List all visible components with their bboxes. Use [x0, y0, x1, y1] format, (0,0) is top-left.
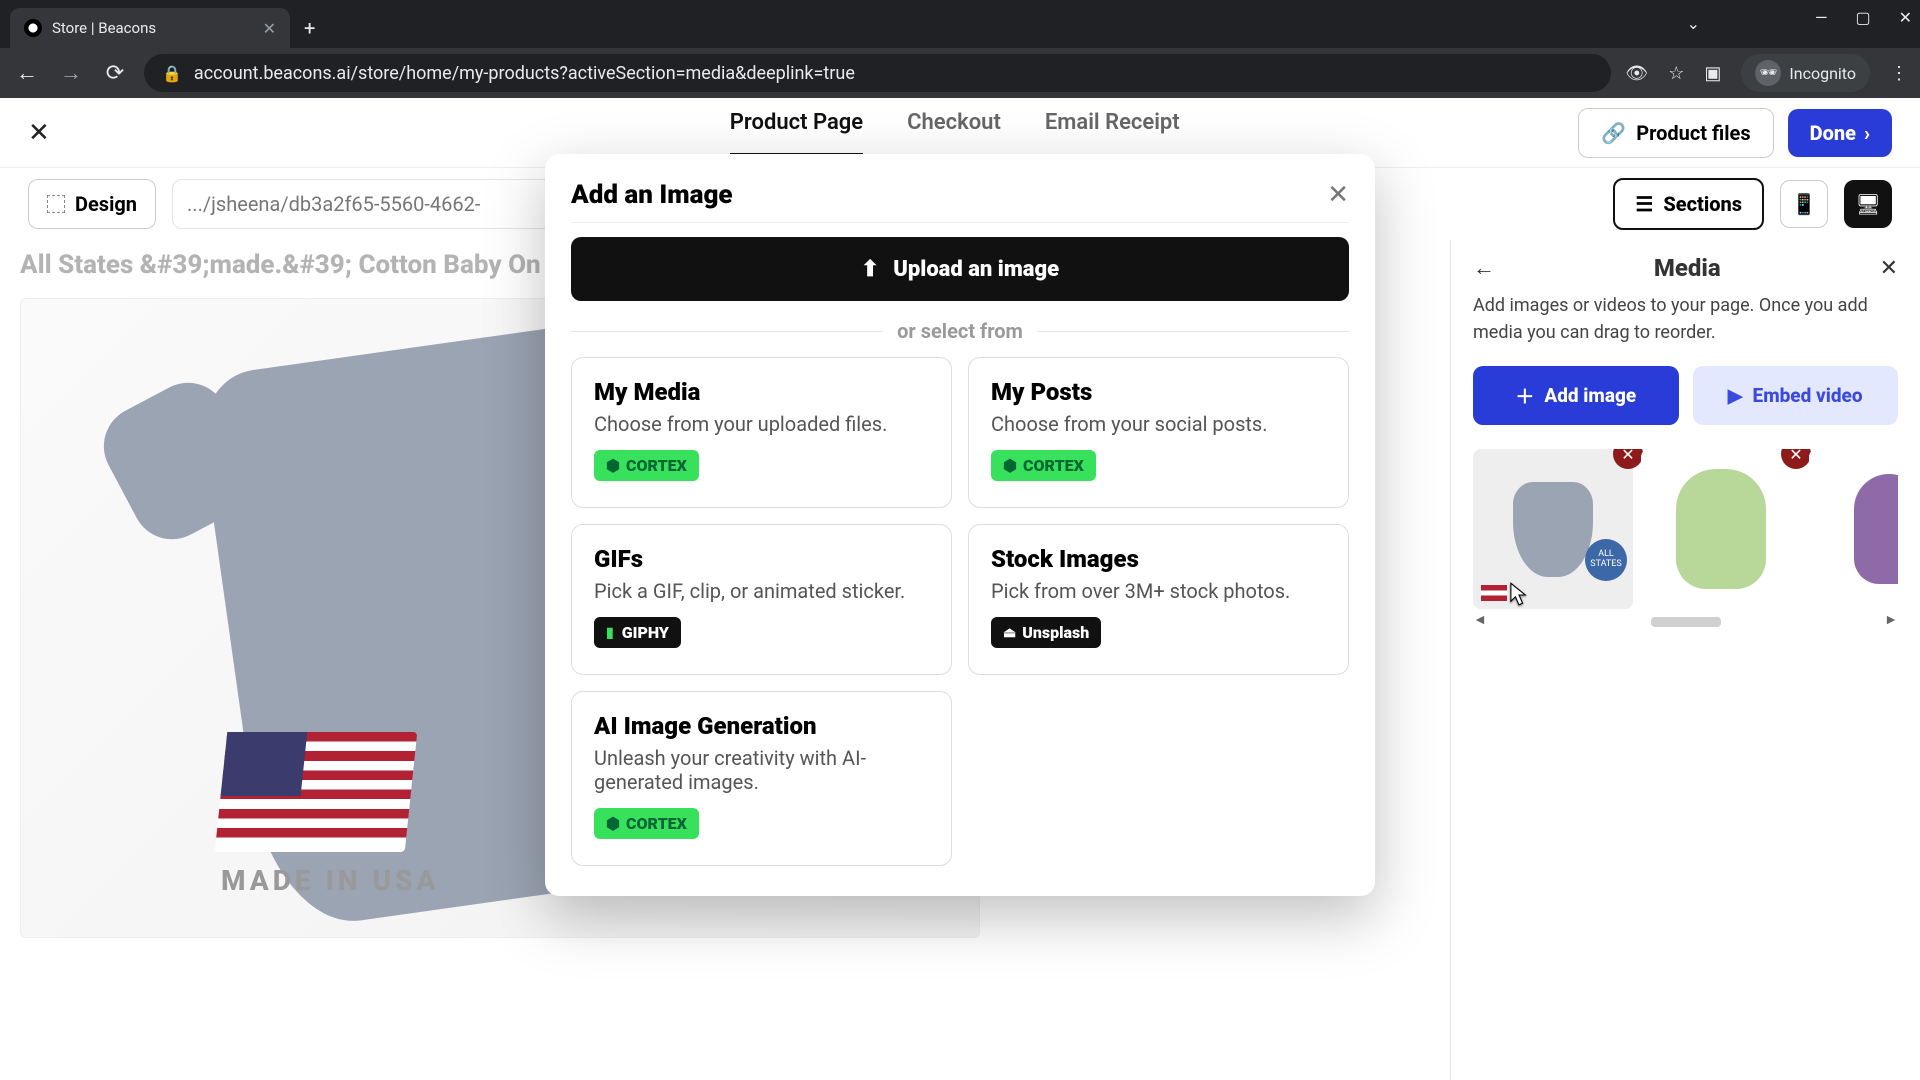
tab-close-icon[interactable]: ✕: [263, 19, 276, 38]
upload-label: Upload an image: [893, 257, 1059, 282]
plus-icon: ＋: [1515, 382, 1534, 409]
add-image-label: Add image: [1544, 384, 1636, 407]
page-root: ✕ Product Page Checkout Email Receipt 🔗 …: [0, 98, 1920, 1080]
new-tab-button[interactable]: +: [290, 8, 329, 48]
giphy-badge: GIPHY: [594, 617, 681, 648]
thumb-scroll-right-icon[interactable]: ►: [1884, 611, 1898, 628]
thumb-scrollbar[interactable]: [1651, 617, 1721, 627]
incognito-icon: 🕶: [1755, 60, 1781, 86]
favicon-icon: [24, 19, 42, 37]
thumb-baby-icon: [1676, 469, 1766, 589]
source-card-ai[interactable]: AI Image Generation Unleash your creativ…: [571, 691, 952, 866]
browser-tab[interactable]: Store | Beacons ✕: [10, 8, 290, 48]
or-separator: or select from: [571, 319, 1349, 343]
video-icon: ▶: [1728, 384, 1743, 407]
incognito-label: Incognito: [1789, 64, 1856, 83]
editor-tabs: Product Page Checkout Email Receipt: [730, 110, 1180, 156]
window-maximize-icon[interactable]: ▢: [1855, 8, 1870, 27]
modal-close-icon[interactable]: ✕: [1327, 180, 1349, 210]
or-label: or select from: [897, 319, 1023, 343]
media-thumb[interactable]: ✕: [1641, 449, 1801, 609]
tab-email-receipt[interactable]: Email Receipt: [1045, 110, 1180, 156]
thumb-baby-icon: [1854, 474, 1898, 584]
card-desc: Pick a GIF, clip, or animated sticker.: [594, 579, 929, 603]
add-image-button[interactable]: ＋ Add image: [1473, 366, 1679, 425]
incognito-chip[interactable]: 🕶 Incognito: [1741, 54, 1870, 92]
product-files-button[interactable]: 🔗 Product files: [1578, 108, 1773, 158]
unsplash-badge: Unsplash: [991, 617, 1101, 648]
media-thumb[interactable]: [1809, 449, 1898, 609]
kebab-menu-icon[interactable]: ⋮: [1890, 63, 1908, 84]
url-text: account.beacons.ai/store/home/my-product…: [194, 63, 855, 84]
upload-icon: ⬆: [861, 257, 879, 282]
card-title: AI Image Generation: [594, 712, 929, 740]
address-bar[interactable]: 🔒 account.beacons.ai/store/home/my-produ…: [144, 54, 1611, 92]
browser-tab-strip: Store | Beacons ✕ + ⌄ — ▢ ✕: [0, 0, 1920, 48]
lock-icon: 🔒: [162, 64, 182, 83]
eye-off-icon[interactable]: 👁: [1625, 63, 1648, 84]
card-title: My Media: [594, 378, 929, 406]
editor-close-icon[interactable]: ✕: [28, 118, 50, 148]
design-button[interactable]: Design: [28, 179, 156, 229]
upload-image-button[interactable]: ⬆ Upload an image: [571, 237, 1349, 301]
done-label: Done: [1810, 121, 1856, 145]
panel-title: Media: [1495, 254, 1880, 282]
sections-label: Sections: [1663, 192, 1742, 216]
tab-checkout[interactable]: Checkout: [907, 110, 1001, 156]
embed-video-button[interactable]: ▶ Embed video: [1693, 366, 1899, 425]
browser-toolbar: ← → ⟳ 🔒 account.beacons.ai/store/home/my…: [0, 48, 1920, 98]
add-image-modal: Add an Image ✕ ⬆ Upload an image or sele…: [545, 154, 1375, 896]
source-card-gifs[interactable]: GIFs Pick a GIF, clip, or animated stick…: [571, 524, 952, 675]
sections-button[interactable]: ☰ Sections: [1613, 178, 1764, 230]
source-card-stock[interactable]: Stock Images Pick from over 3M+ stock ph…: [968, 524, 1349, 675]
card-desc: Choose from your uploaded files.: [594, 412, 929, 436]
card-title: My Posts: [991, 378, 1326, 406]
media-side-panel: ← Media ✕ Add images or videos to your p…: [1450, 240, 1920, 1080]
bookmark-star-icon[interactable]: ☆: [1668, 63, 1684, 84]
tab-title: Store | Beacons: [52, 19, 253, 37]
media-thumb[interactable]: ALL STATES ✕: [1473, 449, 1633, 609]
card-desc: Pick from over 3M+ stock photos.: [991, 579, 1326, 603]
hamburger-icon: ☰: [1635, 192, 1653, 216]
design-label: Design: [75, 192, 137, 216]
desktop-view-button[interactable]: 🖥: [1844, 180, 1892, 228]
thumb-scroll-left-icon[interactable]: ◄: [1473, 611, 1487, 628]
done-button[interactable]: Done ›: [1788, 109, 1892, 157]
card-title: Stock Images: [991, 545, 1326, 573]
chevron-right-icon: ›: [1864, 121, 1870, 145]
reload-button[interactable]: ⟳: [100, 61, 130, 86]
thumb-flag-icon: [1481, 585, 1507, 601]
cortex-badge: CORTEX: [991, 450, 1096, 481]
window-minimize-icon[interactable]: —: [1815, 8, 1828, 27]
thumb-onesie-icon: [1513, 482, 1593, 577]
cortex-badge: CORTEX: [594, 808, 699, 839]
mobile-view-button[interactable]: 📱: [1780, 180, 1828, 228]
source-card-my-media[interactable]: My Media Choose from your uploaded files…: [571, 357, 952, 508]
link-icon: 🔗: [1601, 121, 1626, 145]
tab-list-chevron-icon[interactable]: ⌄: [1687, 14, 1700, 33]
modal-title: Add an Image: [571, 180, 733, 210]
embed-video-label: Embed video: [1753, 384, 1863, 407]
product-files-label: Product files: [1636, 121, 1750, 145]
card-desc: Choose from your social posts.: [991, 412, 1326, 436]
tab-product-page[interactable]: Product Page: [730, 110, 863, 156]
card-desc: Unleash your creativity with AI-generate…: [594, 746, 929, 794]
mobile-icon: 📱: [1792, 192, 1817, 216]
desktop-icon: 🖥: [1855, 192, 1880, 216]
install-app-icon[interactable]: ▣: [1704, 63, 1721, 84]
panel-description: Add images or videos to your page. Once …: [1473, 292, 1898, 346]
back-button[interactable]: ←: [12, 60, 42, 86]
mouse-cursor-icon: [1510, 582, 1528, 608]
source-card-my-posts[interactable]: My Posts Choose from your social posts. …: [968, 357, 1349, 508]
forward-button[interactable]: →: [56, 60, 86, 86]
media-thumbnails: ALL STATES ✕ ✕: [1473, 449, 1898, 609]
card-title: GIFs: [594, 545, 929, 573]
thumb-badge: ALL STATES: [1585, 539, 1627, 581]
product-url-field[interactable]: .../jsheena/db3a2f65-5560-4662-: [172, 179, 562, 229]
panel-back-icon[interactable]: ←: [1473, 255, 1495, 281]
cortex-badge: CORTEX: [594, 450, 699, 481]
window-close-icon[interactable]: ✕: [1899, 8, 1912, 27]
image-placeholder-icon: [47, 195, 65, 213]
panel-close-icon[interactable]: ✕: [1880, 256, 1898, 281]
